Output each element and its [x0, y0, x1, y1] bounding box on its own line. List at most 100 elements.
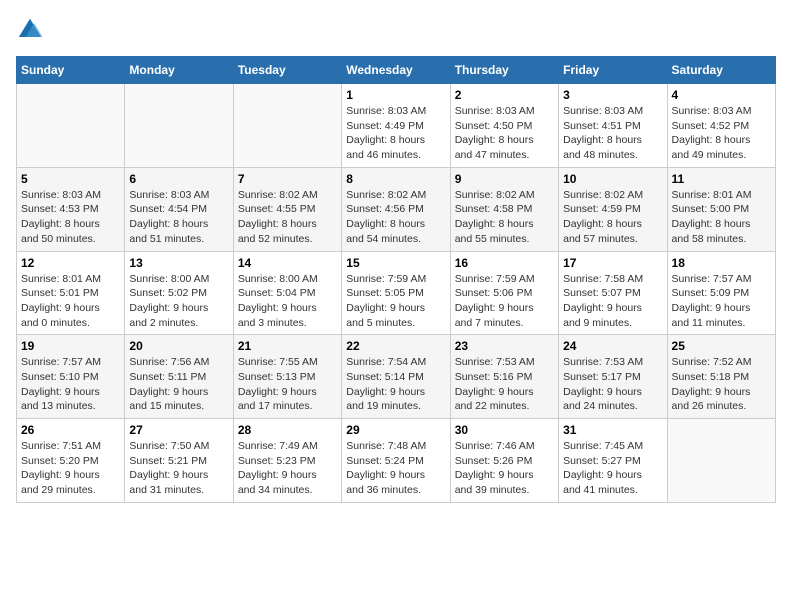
week-row-3: 12 Sunrise: 8:01 AM Sunset: 5:01 PM Dayli… — [17, 251, 776, 335]
day-cell-31: 31 Sunrise: 7:45 AM Sunset: 5:27 PM Dayli… — [559, 419, 667, 503]
day-number: 27 — [129, 423, 228, 437]
day-cell-2: 2 Sunrise: 8:03 AM Sunset: 4:50 PM Daylig… — [450, 84, 558, 168]
header-cell-saturday: Saturday — [667, 57, 775, 84]
day-info: Sunrise: 8:03 AM Sunset: 4:50 PM Dayligh… — [455, 104, 554, 163]
header-cell-thursday: Thursday — [450, 57, 558, 84]
empty-cell — [17, 84, 125, 168]
day-cell-30: 30 Sunrise: 7:46 AM Sunset: 5:26 PM Dayli… — [450, 419, 558, 503]
day-info: Sunrise: 7:59 AM Sunset: 5:06 PM Dayligh… — [455, 272, 554, 331]
day-info: Sunrise: 8:03 AM Sunset: 4:52 PM Dayligh… — [672, 104, 771, 163]
day-info: Sunrise: 7:59 AM Sunset: 5:05 PM Dayligh… — [346, 272, 445, 331]
day-info: Sunrise: 7:54 AM Sunset: 5:14 PM Dayligh… — [346, 355, 445, 414]
day-cell-11: 11 Sunrise: 8:01 AM Sunset: 5:00 PM Dayli… — [667, 167, 775, 251]
day-number: 23 — [455, 339, 554, 353]
day-cell-23: 23 Sunrise: 7:53 AM Sunset: 5:16 PM Dayli… — [450, 335, 558, 419]
day-cell-24: 24Sunrise: 7:53 AM Sunset: 5:17 PM Dayli… — [559, 335, 667, 419]
day-info: Sunrise: 8:01 AM Sunset: 5:00 PM Dayligh… — [672, 188, 771, 247]
day-info: Sunrise: 7:46 AM Sunset: 5:26 PM Dayligh… — [455, 439, 554, 498]
page-header — [16, 16, 776, 44]
day-cell-17: 17 Sunrise: 7:58 AM Sunset: 5:07 PM Dayli… — [559, 251, 667, 335]
empty-cell — [233, 84, 341, 168]
week-row-5: 26 Sunrise: 7:51 AM Sunset: 5:20 PM Dayli… — [17, 419, 776, 503]
header-cell-friday: Friday — [559, 57, 667, 84]
day-cell-27: 27Sunrise: 7:50 AM Sunset: 5:21 PM Dayli… — [125, 419, 233, 503]
day-info: Sunrise: 7:51 AM Sunset: 5:20 PM Dayligh… — [21, 439, 120, 498]
day-cell-22: 22 Sunrise: 7:54 AM Sunset: 5:14 PM Dayli… — [342, 335, 450, 419]
day-number: 8 — [346, 172, 445, 186]
day-number: 30 — [455, 423, 554, 437]
day-number: 17 — [563, 256, 662, 270]
day-number: 11 — [672, 172, 771, 186]
day-number: 29 — [346, 423, 445, 437]
day-number: 26 — [21, 423, 120, 437]
day-number: 10 — [563, 172, 662, 186]
day-number: 31 — [563, 423, 662, 437]
day-info: Sunrise: 8:03 AM Sunset: 4:53 PM Dayligh… — [21, 188, 120, 247]
day-cell-25: 25Sunrise: 7:52 AM Sunset: 5:18 PM Dayli… — [667, 335, 775, 419]
day-number: 22 — [346, 339, 445, 353]
day-cell-19: 19 Sunrise: 7:57 AM Sunset: 5:10 PM Dayli… — [17, 335, 125, 419]
day-info: Sunrise: 8:00 AM Sunset: 5:02 PM Dayligh… — [129, 272, 228, 331]
day-cell-8: 8 Sunrise: 8:02 AM Sunset: 4:56 PM Daylig… — [342, 167, 450, 251]
logo-icon — [16, 16, 44, 44]
day-cell-18: 18Sunrise: 7:57 AM Sunset: 5:09 PM Dayli… — [667, 251, 775, 335]
day-cell-4: 4 Sunrise: 8:03 AM Sunset: 4:52 PM Daylig… — [667, 84, 775, 168]
day-number: 4 — [672, 88, 771, 102]
day-number: 19 — [21, 339, 120, 353]
day-info: Sunrise: 7:45 AM Sunset: 5:27 PM Dayligh… — [563, 439, 662, 498]
header-cell-sunday: Sunday — [17, 57, 125, 84]
day-cell-9: 9Sunrise: 8:02 AM Sunset: 4:58 PM Daylig… — [450, 167, 558, 251]
day-number: 14 — [238, 256, 337, 270]
day-number: 5 — [21, 172, 120, 186]
day-info: Sunrise: 7:58 AM Sunset: 5:07 PM Dayligh… — [563, 272, 662, 331]
day-info: Sunrise: 7:48 AM Sunset: 5:24 PM Dayligh… — [346, 439, 445, 498]
header-cell-monday: Monday — [125, 57, 233, 84]
day-info: Sunrise: 8:02 AM Sunset: 4:58 PM Dayligh… — [455, 188, 554, 247]
day-number: 7 — [238, 172, 337, 186]
day-number: 28 — [238, 423, 337, 437]
day-info: Sunrise: 8:03 AM Sunset: 4:51 PM Dayligh… — [563, 104, 662, 163]
day-info: Sunrise: 7:55 AM Sunset: 5:13 PM Dayligh… — [238, 355, 337, 414]
day-cell-20: 20Sunrise: 7:56 AM Sunset: 5:11 PM Dayli… — [125, 335, 233, 419]
header-row: SundayMondayTuesdayWednesdayThursdayFrid… — [17, 57, 776, 84]
day-info: Sunrise: 7:53 AM Sunset: 5:16 PM Dayligh… — [455, 355, 554, 414]
day-cell-14: 14 Sunrise: 8:00 AM Sunset: 5:04 PM Dayli… — [233, 251, 341, 335]
week-row-1: 1 Sunrise: 8:03 AM Sunset: 4:49 PM Daylig… — [17, 84, 776, 168]
day-cell-15: 15Sunrise: 7:59 AM Sunset: 5:05 PM Dayli… — [342, 251, 450, 335]
day-cell-12: 12 Sunrise: 8:01 AM Sunset: 5:01 PM Dayli… — [17, 251, 125, 335]
day-cell-29: 29 Sunrise: 7:48 AM Sunset: 5:24 PM Dayli… — [342, 419, 450, 503]
day-info: Sunrise: 8:02 AM Sunset: 4:56 PM Dayligh… — [346, 188, 445, 247]
day-cell-5: 5 Sunrise: 8:03 AM Sunset: 4:53 PM Daylig… — [17, 167, 125, 251]
day-cell-21: 21Sunrise: 7:55 AM Sunset: 5:13 PM Dayli… — [233, 335, 341, 419]
day-info: Sunrise: 7:57 AM Sunset: 5:10 PM Dayligh… — [21, 355, 120, 414]
day-info: Sunrise: 8:01 AM Sunset: 5:01 PM Dayligh… — [21, 272, 120, 331]
day-number: 18 — [672, 256, 771, 270]
day-info: Sunrise: 8:03 AM Sunset: 4:49 PM Dayligh… — [346, 104, 445, 163]
week-row-4: 19 Sunrise: 7:57 AM Sunset: 5:10 PM Dayli… — [17, 335, 776, 419]
day-cell-6: 6 Sunrise: 8:03 AM Sunset: 4:54 PM Daylig… — [125, 167, 233, 251]
header-cell-tuesday: Tuesday — [233, 57, 341, 84]
day-cell-3: 3 Sunrise: 8:03 AM Sunset: 4:51 PM Daylig… — [559, 84, 667, 168]
day-number: 2 — [455, 88, 554, 102]
day-cell-13: 13 Sunrise: 8:00 AM Sunset: 5:02 PM Dayli… — [125, 251, 233, 335]
day-number: 3 — [563, 88, 662, 102]
day-info: Sunrise: 7:53 AM Sunset: 5:17 PM Dayligh… — [563, 355, 662, 414]
day-info: Sunrise: 8:03 AM Sunset: 4:54 PM Dayligh… — [129, 188, 228, 247]
day-number: 13 — [129, 256, 228, 270]
day-cell-7: 7Sunrise: 8:02 AM Sunset: 4:55 PM Daylig… — [233, 167, 341, 251]
logo — [16, 16, 48, 44]
day-info: Sunrise: 7:52 AM Sunset: 5:18 PM Dayligh… — [672, 355, 771, 414]
day-number: 12 — [21, 256, 120, 270]
day-info: Sunrise: 8:00 AM Sunset: 5:04 PM Dayligh… — [238, 272, 337, 331]
day-number: 1 — [346, 88, 445, 102]
day-cell-26: 26 Sunrise: 7:51 AM Sunset: 5:20 PM Dayli… — [17, 419, 125, 503]
day-number: 6 — [129, 172, 228, 186]
empty-cell — [125, 84, 233, 168]
day-cell-16: 16 Sunrise: 7:59 AM Sunset: 5:06 PM Dayli… — [450, 251, 558, 335]
day-number: 20 — [129, 339, 228, 353]
calendar-table: SundayMondayTuesdayWednesdayThursdayFrid… — [16, 56, 776, 503]
day-cell-28: 28Sunrise: 7:49 AM Sunset: 5:23 PM Dayli… — [233, 419, 341, 503]
day-cell-10: 10Sunrise: 8:02 AM Sunset: 4:59 PM Dayli… — [559, 167, 667, 251]
empty-cell — [667, 419, 775, 503]
day-number: 16 — [455, 256, 554, 270]
